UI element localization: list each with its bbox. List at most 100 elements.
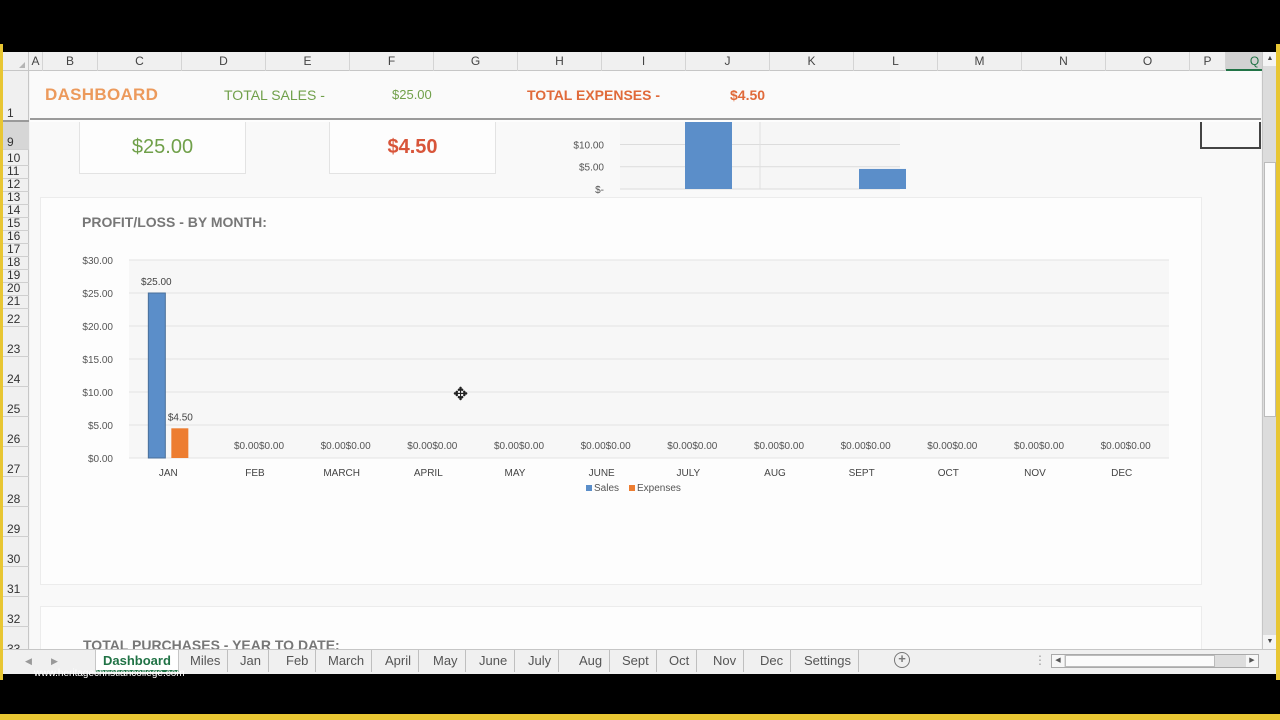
mini-bar-expenses[interactable]: [859, 168, 906, 189]
sheet-tab-nov[interactable]: Nov: [706, 650, 745, 672]
sheet-tab-settings[interactable]: Settings: [797, 650, 859, 672]
total-expenses-value: $4.50: [730, 87, 766, 103]
bar-expenses-jan[interactable]: [171, 428, 189, 458]
horizontal-scroll-thumb[interactable]: [1065, 655, 1215, 667]
column-header-b[interactable]: B: [43, 52, 98, 71]
tab-split-handle[interactable]: ⋮: [1034, 653, 1046, 667]
sheet-tab-april[interactable]: April: [378, 650, 420, 672]
sheet-tab-dec[interactable]: Dec: [753, 650, 792, 672]
sheet-tab-bar: ◀ ▶ Dashboard Miles Jan Feb March April May Jun…: [3, 649, 1276, 674]
row-header-27[interactable]: 27: [3, 447, 29, 477]
profit-loss-chart[interactable]: $0.00 $5.00 $10.00 $15.00 $20.00 $25.00 $30.00…: [41, 248, 1203, 568]
data-label-expenses: $0.00: [866, 441, 891, 452]
horizontal-scrollbar[interactable]: ◀ ▶: [1051, 654, 1259, 668]
column-header-d[interactable]: D: [182, 52, 266, 71]
column-header-a[interactable]: A: [29, 52, 43, 71]
plus-circle-icon[interactable]: +: [894, 652, 910, 668]
row-header-31[interactable]: 31: [3, 567, 29, 597]
ytick-label: $0.00: [88, 454, 113, 465]
column-header-o[interactable]: O: [1106, 52, 1190, 71]
excel-window: ABCDEFGHIJKLMNOPQ 1 9 10 11 12 13 14 15 16 17 18 19…: [3, 52, 1276, 674]
column-header-h[interactable]: H: [518, 52, 602, 71]
triangle-right-icon[interactable]: ▶: [1246, 655, 1258, 667]
row-header-25[interactable]: 25: [3, 387, 29, 417]
triangle-left-icon[interactable]: ◀: [1052, 655, 1064, 667]
bar-sales-jan[interactable]: [147, 292, 166, 459]
sheet-tab-jan[interactable]: Jan: [233, 650, 269, 672]
sheet-tab-june[interactable]: June: [472, 650, 516, 672]
sheet-tab-oct[interactable]: Oct: [662, 650, 698, 672]
sheet-tab-sept[interactable]: Sept: [615, 650, 657, 672]
column-header-l[interactable]: L: [854, 52, 938, 71]
row-header-30[interactable]: 30: [3, 537, 29, 567]
mini-ytick-label: $10.00: [573, 140, 604, 151]
profit-loss-title: PROFIT/LOSS - BY MONTH:: [82, 214, 267, 230]
vertical-scrollbar[interactable]: ▲ ▼: [1262, 52, 1276, 649]
column-header-p[interactable]: P: [1190, 52, 1226, 71]
row-header-bar: 1 9 10 11 12 13 14 15 16 17 18 19 20 21 22 23 24 25 26 27 28…: [3, 71, 29, 657]
data-label-sales: $0.00: [321, 441, 346, 452]
xtick-label-april: APRIL: [414, 468, 443, 479]
data-label-sales: $0.00: [927, 441, 952, 452]
sheet-tab-aug[interactable]: Aug: [572, 650, 611, 672]
row-header-24[interactable]: 24: [3, 357, 29, 387]
column-header-k[interactable]: K: [770, 52, 854, 71]
data-label-expenses: $0.00: [346, 441, 371, 452]
row-header-21[interactable]: 21: [3, 294, 29, 309]
row-header-22[interactable]: 22: [3, 309, 29, 327]
vertical-scroll-thumb[interactable]: [1264, 162, 1276, 417]
column-header-m[interactable]: M: [938, 52, 1022, 71]
ytick-label: $10.00: [82, 388, 113, 399]
data-label-sales: $0.00: [1101, 441, 1126, 452]
mini-ytick-label: $5.00: [579, 163, 604, 174]
sheet-tab-feb[interactable]: Feb: [279, 650, 317, 672]
data-label-expenses: $0.00: [952, 441, 977, 452]
screen-frame: ABCDEFGHIJKLMNOPQ 1 9 10 11 12 13 14 15 16 17 18 19…: [0, 0, 1280, 720]
column-header-c[interactable]: C: [98, 52, 182, 71]
data-label-expenses: $0.00: [606, 441, 631, 452]
legend-label-expenses: Expenses: [637, 483, 681, 494]
row-header-28[interactable]: 28: [3, 477, 29, 507]
mini-ytick-label: $-: [595, 185, 604, 196]
scroll-down-icon[interactable]: ▼: [1263, 635, 1276, 649]
sheet-tab-july[interactable]: July: [521, 650, 560, 672]
data-label-sales: $0.00: [1014, 441, 1039, 452]
column-header-i[interactable]: I: [602, 52, 686, 71]
mini-bar-income[interactable]: [685, 122, 732, 189]
ytick-label: $5.00: [88, 421, 113, 432]
data-label-sales: $0.00: [667, 441, 692, 452]
xtick-label-oct: OCT: [938, 468, 959, 479]
data-label-expenses: $0.00: [779, 441, 804, 452]
column-header-j[interactable]: J: [686, 52, 770, 71]
column-header-g[interactable]: G: [434, 52, 518, 71]
row-header-26[interactable]: 26: [3, 417, 29, 447]
data-label-expenses: $0.00: [432, 441, 457, 452]
xtick-label-nov: NOV: [1024, 468, 1046, 479]
row-header-32[interactable]: 32: [3, 597, 29, 627]
prev-sheet-icon[interactable]: ◀: [25, 656, 32, 667]
sheet-tab-miles[interactable]: Miles: [183, 650, 229, 672]
row-header-23[interactable]: 23: [3, 327, 29, 357]
worksheet-grid[interactable]: DASHBOARD TOTAL SALES - $25.00 TOTAL EXP…: [30, 71, 1261, 666]
column-header-f[interactable]: F: [350, 52, 434, 71]
row-header-9[interactable]: 9: [3, 122, 29, 150]
data-label-sales: $0.00: [581, 441, 606, 452]
column-header-e[interactable]: E: [266, 52, 350, 71]
next-sheet-icon[interactable]: ▶: [51, 656, 58, 667]
scroll-up-icon[interactable]: ▲: [1263, 52, 1276, 66]
column-header-n[interactable]: N: [1022, 52, 1106, 71]
ytick-label: $20.00: [82, 322, 113, 333]
xtick-label-july: JULY: [676, 468, 700, 479]
window-border-right: [1276, 44, 1280, 680]
data-label-sales: $0.00: [407, 441, 432, 452]
row-header-29[interactable]: 29: [3, 507, 29, 537]
select-all-button[interactable]: [3, 52, 29, 71]
data-label-sales: $0.00: [841, 441, 866, 452]
kpi-sales-card: $25.00: [79, 122, 246, 174]
total-expenses-label: TOTAL EXPENSES -: [527, 87, 661, 103]
xtick-label-jan: JAN: [159, 468, 178, 479]
row-header-1[interactable]: 1: [3, 71, 29, 122]
selected-cell[interactable]: [1200, 122, 1261, 149]
sheet-tab-march[interactable]: March: [321, 650, 373, 672]
sheet-tab-may[interactable]: May: [426, 650, 466, 672]
